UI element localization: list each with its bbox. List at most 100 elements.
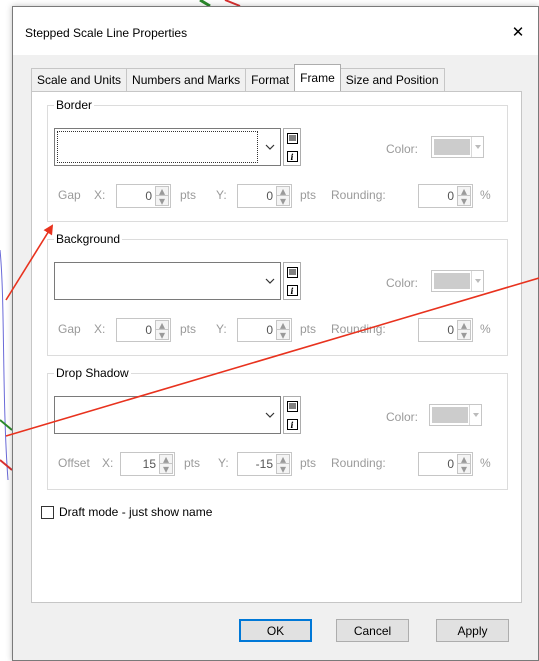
rounding-label: Rounding: bbox=[331, 188, 386, 202]
border-gap-row: Gap X: 0 ▴ ▾ pts Y: 0 ▴ ▾ pts Rounding: 0 … bbox=[48, 184, 507, 208]
background-style-preview bbox=[57, 265, 258, 297]
spin-down-icon[interactable]: ▾ bbox=[458, 462, 470, 476]
spin-down-icon[interactable]: ▾ bbox=[458, 328, 470, 342]
drop-shadow-group: Drop Shadow i Color: Offset X: 15 ▴ ▾ pt… bbox=[47, 366, 508, 490]
chevron-down-icon bbox=[471, 271, 483, 291]
rounding-unit: % bbox=[480, 188, 491, 202]
border-gap-x-spinner[interactable]: 0 ▴ ▾ bbox=[116, 184, 171, 208]
background-rounding-spinner[interactable]: 0 ▴ ▾ bbox=[418, 318, 473, 342]
shadow-style-select[interactable] bbox=[54, 396, 281, 434]
frame-tab-panel: Border i Color: Gap X: 0 ▴ ▾ pts Y: 0 ▴ … bbox=[31, 91, 522, 603]
shadow-color-label: Color: bbox=[386, 410, 419, 424]
border-legend: Border bbox=[56, 98, 93, 112]
background-color-fill bbox=[434, 273, 470, 289]
gap-label: Gap bbox=[58, 322, 81, 336]
background-rounding-value: 0 bbox=[447, 323, 454, 337]
ok-button[interactable]: OK bbox=[239, 619, 312, 642]
spinner-buttons: ▴ ▾ bbox=[276, 452, 290, 476]
background-color-picker[interactable] bbox=[431, 270, 484, 292]
shadow-color-fill bbox=[432, 407, 468, 423]
apply-button[interactable]: Apply bbox=[436, 619, 509, 642]
chevron-down-icon bbox=[260, 129, 280, 165]
tab-numbers-and-marks[interactable]: Numbers and Marks bbox=[126, 68, 247, 91]
spin-down-icon[interactable]: ▾ bbox=[277, 328, 289, 342]
spin-down-icon[interactable]: ▾ bbox=[277, 462, 289, 476]
shadow-offset-x-value: 15 bbox=[142, 457, 156, 471]
border-rounding-value: 0 bbox=[447, 189, 454, 203]
symbol-selector-icon[interactable] bbox=[286, 400, 298, 412]
shadow-offset-x-spinner[interactable]: 15 ▴ ▾ bbox=[120, 452, 175, 476]
spinner-buttons: ▴ ▾ bbox=[276, 184, 290, 208]
x-unit: pts bbox=[180, 322, 197, 336]
border-gap-x-value: 0 bbox=[145, 189, 152, 203]
spin-down-icon[interactable]: ▾ bbox=[156, 328, 168, 342]
border-style-select[interactable] bbox=[54, 128, 281, 166]
offset-label: Offset bbox=[58, 456, 90, 470]
spinner-buttons: ▴ ▾ bbox=[457, 452, 471, 476]
border-color-label: Color: bbox=[386, 142, 419, 156]
background-gap-x-spinner[interactable]: 0 ▴ ▾ bbox=[116, 318, 171, 342]
border-style-preview bbox=[57, 131, 258, 163]
properties-dialog: Stepped Scale Line Properties ✕ Scale an… bbox=[12, 6, 539, 661]
border-gap-y-value: 0 bbox=[266, 189, 273, 203]
background-gap-y-spinner[interactable]: 0 ▴ ▾ bbox=[237, 318, 292, 342]
tab-format[interactable]: Format bbox=[245, 68, 296, 91]
tab-scale-and-units[interactable]: Scale and Units bbox=[31, 68, 128, 91]
x-label: X: bbox=[94, 188, 106, 202]
spin-down-icon[interactable]: ▾ bbox=[458, 194, 470, 208]
rounding-label: Rounding: bbox=[331, 322, 386, 336]
spinner-buttons: ▴ ▾ bbox=[276, 318, 290, 342]
svg-text:i: i bbox=[290, 152, 293, 162]
gap-label: Gap bbox=[58, 188, 81, 202]
y-label: Y: bbox=[216, 322, 227, 336]
border-gap-y-spinner[interactable]: 0 ▴ ▾ bbox=[237, 184, 292, 208]
draft-mode-checkbox[interactable] bbox=[41, 505, 54, 519]
shadow-offset-row: Offset X: 15 ▴ ▾ pts Y: -15 ▴ ▾ pts Roundi… bbox=[48, 452, 507, 476]
spinner-buttons: ▴ ▾ bbox=[155, 184, 169, 208]
shadow-style-preview bbox=[57, 399, 258, 431]
tab-size-and-position[interactable]: Size and Position bbox=[339, 68, 445, 91]
chevron-down-icon bbox=[260, 263, 280, 299]
rounding-label: Rounding: bbox=[331, 456, 386, 470]
chevron-down-icon bbox=[469, 405, 481, 425]
shadow-rounding-spinner[interactable]: 0 ▴ ▾ bbox=[418, 452, 473, 476]
shadow-symbol-buttons: i bbox=[283, 396, 301, 434]
properties-icon[interactable]: i bbox=[286, 418, 298, 430]
background-color-label: Color: bbox=[386, 276, 419, 290]
border-color-picker[interactable] bbox=[431, 136, 484, 158]
properties-icon[interactable]: i bbox=[286, 150, 298, 162]
spinner-buttons: ▴ ▾ bbox=[155, 318, 169, 342]
border-color-fill bbox=[434, 139, 470, 155]
y-label: Y: bbox=[216, 188, 227, 202]
y-unit: pts bbox=[300, 188, 317, 202]
background-legend: Background bbox=[56, 232, 121, 246]
background-gap-y-value: 0 bbox=[266, 323, 273, 337]
shadow-offset-y-spinner[interactable]: -15 ▴ ▾ bbox=[237, 452, 292, 476]
chevron-down-icon bbox=[471, 137, 483, 157]
background-gap-row: Gap X: 0 ▴ ▾ pts Y: 0 ▴ ▾ pts Rounding: 0 … bbox=[48, 318, 507, 342]
y-label: Y: bbox=[218, 456, 229, 470]
svg-text:i: i bbox=[290, 286, 293, 296]
draft-mode-option[interactable]: Draft mode - just show name bbox=[41, 505, 212, 519]
spin-down-icon[interactable]: ▾ bbox=[156, 194, 168, 208]
shadow-color-picker[interactable] bbox=[429, 404, 482, 426]
spin-down-icon[interactable]: ▾ bbox=[160, 462, 172, 476]
background-style-select[interactable] bbox=[54, 262, 281, 300]
background-group: Background i Color: Gap X: 0 ▴ ▾ pts Y: … bbox=[47, 232, 508, 356]
tab-frame[interactable]: Frame bbox=[294, 64, 341, 91]
chevron-down-icon bbox=[260, 397, 280, 433]
symbol-selector-icon[interactable] bbox=[286, 266, 298, 278]
cancel-button[interactable]: Cancel bbox=[336, 619, 409, 642]
x-unit: pts bbox=[180, 188, 197, 202]
spin-down-icon[interactable]: ▾ bbox=[277, 194, 289, 208]
background-gap-x-value: 0 bbox=[145, 323, 152, 337]
border-rounding-spinner[interactable]: 0 ▴ ▾ bbox=[418, 184, 473, 208]
properties-icon[interactable]: i bbox=[286, 284, 298, 296]
y-unit: pts bbox=[300, 456, 317, 470]
x-label: X: bbox=[102, 456, 114, 470]
close-icon: ✕ bbox=[511, 24, 525, 41]
symbol-selector-icon[interactable] bbox=[286, 132, 298, 144]
dialog-title: Stepped Scale Line Properties bbox=[25, 26, 188, 40]
close-button[interactable]: ✕ bbox=[504, 19, 532, 45]
svg-text:i: i bbox=[290, 420, 293, 430]
